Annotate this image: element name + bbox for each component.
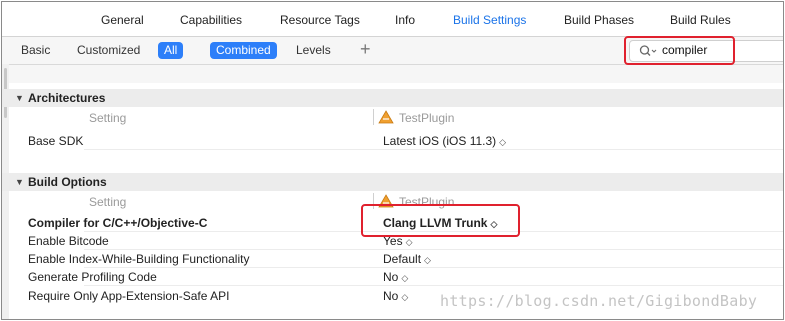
column-separator (373, 109, 374, 125)
search-input[interactable] (662, 43, 772, 57)
popup-chevron-icon: ◇ (401, 273, 409, 283)
setting-name: Base SDK (28, 134, 84, 148)
popup-chevron-icon: ◇ (401, 292, 409, 302)
setting-row-profiling-code[interactable]: Generate Profiling Code No ◇ (2, 268, 783, 285)
combined-view-button[interactable]: Combined (210, 42, 277, 59)
setting-row-base-sdk[interactable]: Base SDK Latest iOS (iOS 11.3) ◇ (2, 132, 783, 149)
setting-row-enable-bitcode[interactable]: Enable Bitcode Yes ◇ (2, 232, 783, 249)
tab-resource-tags[interactable]: Resource Tags (280, 13, 360, 27)
target-name: TestPlugin (399, 195, 455, 209)
setting-value[interactable]: No ◇ (383, 289, 408, 303)
add-setting-button[interactable]: + (360, 39, 371, 60)
tab-build-settings[interactable]: Build Settings (453, 13, 526, 27)
popup-chevron-icon: ◇ (405, 237, 413, 247)
watermark: https://blog.csdn.net/GigibondBaby (440, 292, 758, 310)
target-app-icon (378, 110, 394, 124)
setting-column-label: Setting (89, 195, 127, 209)
settings-top-spacer (2, 65, 783, 83)
target-app-icon (378, 194, 394, 208)
section-title: Architectures (28, 91, 106, 105)
setting-value[interactable]: Clang LLVM Trunk ◇ (383, 216, 497, 230)
popup-chevron-icon: ◇ (490, 219, 498, 229)
setting-name: Enable Index-While-Building Functionalit… (28, 252, 250, 266)
search-icon (639, 45, 657, 56)
tab-build-phases[interactable]: Build Phases (564, 13, 634, 27)
disclosure-triangle-icon[interactable]: ▼ (15, 93, 24, 103)
setting-value[interactable]: Latest iOS (iOS 11.3) ◇ (383, 134, 506, 148)
target-name: TestPlugin (399, 111, 455, 125)
tab-capabilities[interactable]: Capabilities (180, 13, 242, 27)
section-title: Build Options (28, 175, 107, 189)
setting-value[interactable]: Default ◇ (383, 252, 431, 266)
setting-name: Compiler for C/C++/Objective-C (28, 216, 208, 230)
filter-basic-button[interactable]: Basic (21, 43, 50, 57)
setting-name: Enable Bitcode (28, 234, 109, 248)
column-header: Setting TestPlugin (2, 107, 783, 128)
setting-row-compiler[interactable]: Compiler for C/C++/Objective-C Clang LLV… (2, 214, 783, 231)
levels-view-button[interactable]: Levels (296, 43, 331, 57)
filter-all-button[interactable]: All (158, 42, 184, 59)
editor-tab-bar: General Capabilities Resource Tags Info … (2, 2, 783, 36)
search-field[interactable] (629, 40, 783, 62)
setting-name: Generate Profiling Code (28, 270, 157, 284)
setting-value[interactable]: No ◇ (383, 270, 408, 284)
section-build-options[interactable]: ▼ Build Options (2, 173, 783, 191)
popup-chevron-icon: ◇ (499, 137, 507, 147)
row-divider (84, 249, 783, 250)
row-divider (84, 231, 783, 232)
column-separator (373, 193, 374, 209)
tab-build-rules[interactable]: Build Rules (670, 13, 731, 27)
tab-info[interactable]: Info (395, 13, 415, 27)
setting-name: Require Only App-Extension-Safe API (28, 289, 230, 303)
setting-column-label: Setting (89, 111, 127, 125)
column-header: Setting TestPlugin (2, 191, 783, 212)
row-divider (84, 149, 783, 150)
filter-customized-button[interactable]: Customized (77, 43, 140, 57)
setting-row-index-while-building[interactable]: Enable Index-While-Building Functionalit… (2, 250, 783, 267)
build-settings-window: General Capabilities Resource Tags Info … (1, 1, 784, 320)
filter-bar: Basic Customized All Combined Levels + (2, 37, 783, 64)
setting-value[interactable]: Yes ◇ (383, 234, 413, 248)
row-divider (84, 285, 783, 286)
row-divider (84, 267, 783, 268)
section-architectures[interactable]: ▼ Architectures (2, 89, 783, 107)
tab-general[interactable]: General (101, 13, 144, 27)
disclosure-triangle-icon[interactable]: ▼ (15, 177, 24, 187)
popup-chevron-icon: ◇ (424, 255, 431, 265)
